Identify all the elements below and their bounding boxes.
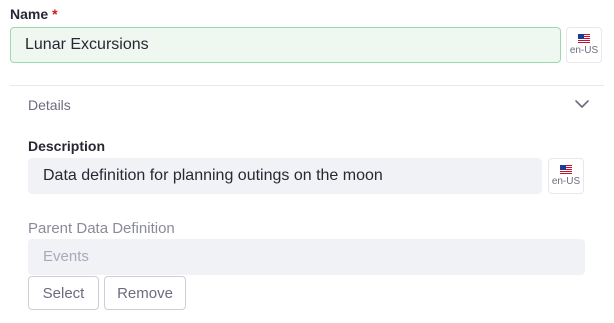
us-flag-icon bbox=[560, 165, 572, 174]
section-divider bbox=[10, 85, 604, 86]
parent-data-definition-input: Events bbox=[28, 239, 585, 275]
data-definition-form: Name * Lunar Excursions en-US Details Des… bbox=[0, 0, 614, 323]
description-locale-label: en-US bbox=[551, 176, 581, 187]
description-label: Description bbox=[28, 138, 106, 154]
name-input[interactable]: Lunar Excursions bbox=[10, 27, 561, 63]
name-label: Name * bbox=[10, 6, 58, 22]
description-input[interactable]: Data definition for planning outings on … bbox=[28, 158, 542, 194]
details-section-title[interactable]: Details bbox=[28, 97, 71, 113]
remove-button[interactable]: Remove bbox=[104, 276, 186, 310]
name-locale-button[interactable]: en-US bbox=[566, 27, 602, 63]
parent-data-definition-label: Parent Data Definition bbox=[28, 220, 175, 237]
chevron-down-icon[interactable] bbox=[574, 96, 590, 112]
name-label-text: Name bbox=[10, 6, 49, 22]
description-locale-button[interactable]: en-US bbox=[548, 158, 584, 194]
name-locale-label: en-US bbox=[569, 45, 599, 56]
select-button[interactable]: Select bbox=[28, 276, 99, 310]
required-mark: * bbox=[52, 6, 58, 22]
us-flag-icon bbox=[578, 34, 590, 43]
